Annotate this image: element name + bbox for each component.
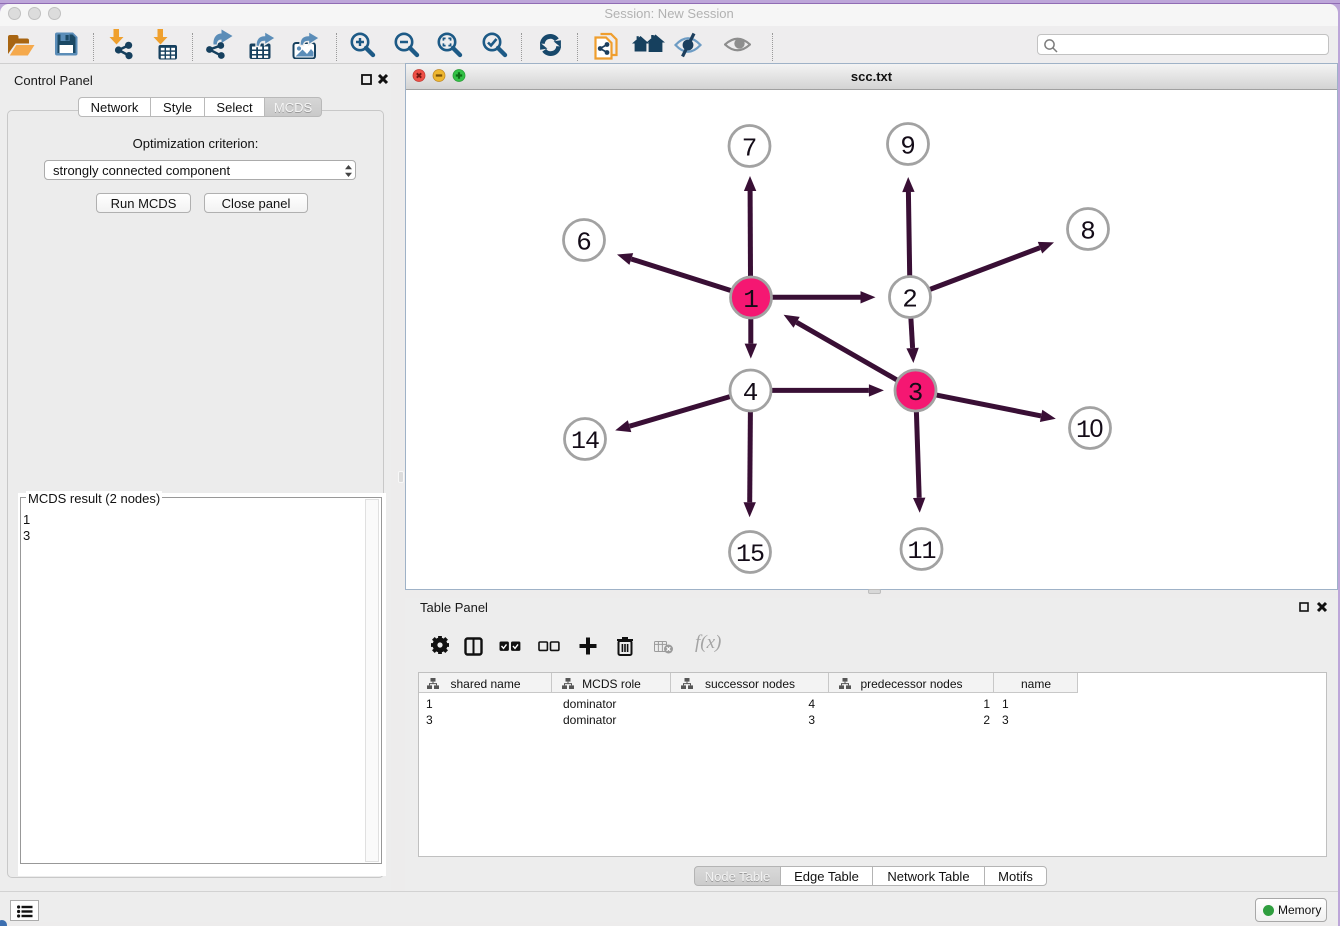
svg-text:1: 1 [743, 285, 759, 315]
svg-text:0: 0 [1090, 415, 1104, 443]
svg-text:3: 3 [908, 378, 924, 408]
svg-text:2: 2 [902, 285, 918, 315]
svg-text:6: 6 [576, 228, 592, 258]
svg-text:9: 9 [900, 132, 916, 162]
svg-text:8: 8 [1080, 217, 1096, 247]
svg-text:14: 14 [571, 427, 599, 456]
svg-text:15: 15 [736, 540, 764, 569]
svg-text:7: 7 [742, 134, 758, 164]
svg-text:11: 11 [907, 537, 935, 566]
svg-text:4: 4 [743, 378, 759, 408]
